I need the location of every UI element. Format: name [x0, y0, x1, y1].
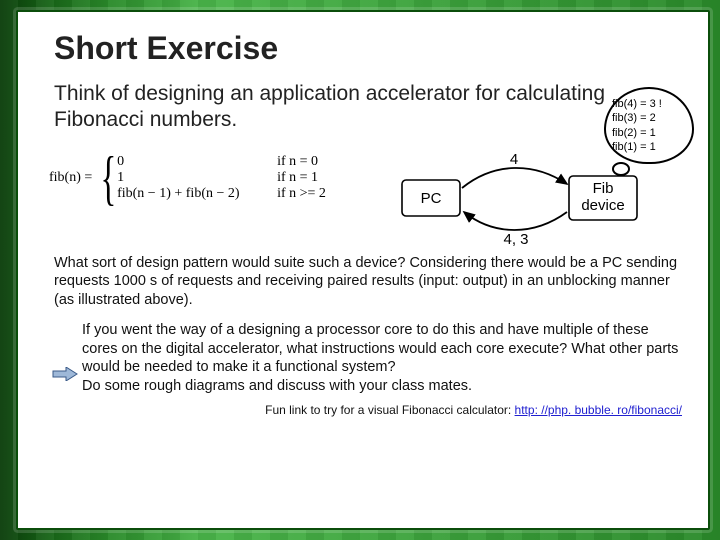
thought-line-1: fib(4) = 3 ! [612, 97, 686, 111]
diagram-row: fib(n) = { 0if n = 0 1if n = 1 fib(n − 1… [54, 140, 682, 250]
fib-label-1: Fib [593, 180, 614, 197]
brace-icon: { [101, 148, 117, 208]
intro-text: Think of designing an application accele… [54, 81, 614, 134]
fibonacci-formula: fib(n) = { 0if n = 0 1if n = 1 fib(n − 1… [49, 148, 349, 208]
fib-label-2: device [581, 197, 624, 214]
paragraph-processor-core-text: If you went the way of a designing a pro… [82, 321, 682, 395]
arrow-bottom [464, 212, 567, 230]
arrow-bullet-icon [52, 367, 78, 381]
arrow-top-label: 4 [510, 151, 518, 168]
pc-label: PC [421, 190, 442, 207]
pc-fib-diagram: PC Fib device 4 4, 3 [384, 140, 644, 250]
footer: Fun link to try for a visual Fibonacci c… [54, 403, 682, 417]
slide-title: Short Exercise [54, 30, 682, 67]
formula-cases: 0if n = 0 1if n = 1 fib(n − 1) + fib(n −… [117, 154, 326, 202]
slide-card: Short Exercise Think of designing an app… [16, 10, 710, 530]
formula-lhs: fib(n) = [49, 170, 92, 186]
arrow-top [462, 167, 567, 187]
footer-prefix: Fun link to try for a visual Fibonacci c… [265, 403, 514, 417]
thought-line-2: fib(3) = 2 [612, 111, 686, 125]
paragraph-design-pattern: What sort of design pattern would suite … [54, 254, 682, 310]
thought-line-3: fib(2) = 1 [612, 126, 686, 140]
footer-link[interactable]: http: //php. bubble. ro/fibonacci/ [515, 403, 682, 417]
paragraph-processor-core: If you went the way of a designing a pro… [82, 321, 682, 395]
arrow-bottom-label: 4, 3 [503, 231, 528, 248]
